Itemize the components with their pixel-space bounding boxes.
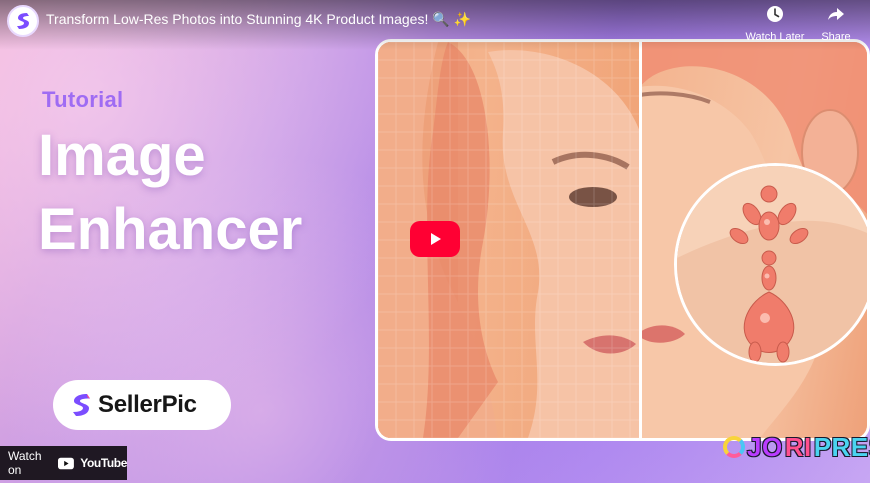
channel-avatar[interactable] (7, 5, 39, 37)
hero-title-line-1: Image (38, 123, 206, 188)
comparison-divider[interactable] (639, 42, 642, 438)
sellerpic-brand-pill: SellerPic (53, 380, 231, 430)
hero-title-line-2: Enhancer (38, 197, 303, 262)
youtube-logo (58, 457, 75, 469)
watermark-part-1: JO (747, 431, 783, 462)
youtube-label: YouTube (80, 456, 127, 470)
watch-later-label: Watch Later (745, 31, 805, 43)
watermark-part-2: RI (784, 431, 812, 462)
youtube-embed-player[interactable]: Transform Low-Res Photos into Stunning 4… (0, 0, 870, 483)
sellerpic-logo-icon (17, 13, 29, 29)
share-arrow-icon (828, 8, 844, 20)
tutorial-kicker: Tutorial (42, 87, 124, 112)
joripress-logo-icon (723, 436, 745, 458)
watch-on-youtube-button[interactable]: Watch on YouTube (0, 446, 127, 480)
watch-later-button[interactable]: Watch Later (745, 5, 805, 43)
earring-illustration (677, 166, 867, 363)
clock-icon (767, 6, 783, 22)
zoom-earring-circle (674, 163, 867, 366)
player-top-bar: Transform Low-Res Photos into Stunning 4… (0, 0, 870, 50)
brand-name: SellerPic (98, 391, 197, 418)
play-button[interactable] (410, 221, 460, 257)
watermark-part-3: PRESS (813, 431, 870, 462)
share-label: Share (821, 31, 851, 43)
watch-on-label: Watch on (8, 449, 42, 477)
video-title[interactable]: Transform Low-Res Photos into Stunning 4… (46, 11, 471, 28)
play-icon (431, 233, 441, 245)
joripress-watermark: JO RI PRESS (723, 431, 870, 463)
share-button[interactable]: Share (806, 5, 866, 43)
sellerpic-brand-icon (73, 394, 90, 416)
